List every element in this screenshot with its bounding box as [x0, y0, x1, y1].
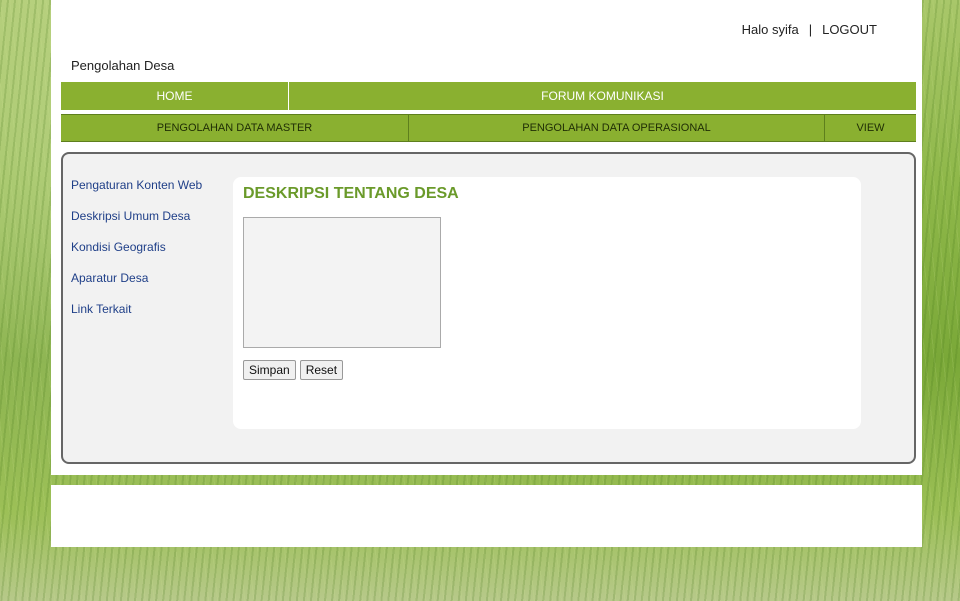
primary-nav: HOME FORUM KOMUNIKASI	[61, 82, 916, 110]
sidebar-item-aparatur-desa[interactable]: Aparatur Desa	[71, 271, 202, 285]
form-buttons: Simpan Reset	[243, 360, 344, 380]
nav-forum-komunikasi[interactable]: FORUM KOMUNIKASI	[289, 82, 916, 110]
page-title: DESKRIPSI TENTANG DESA	[243, 185, 459, 202]
sidebar-item-kondisi-geografis[interactable]: Kondisi Geografis	[71, 240, 202, 254]
sidebar-item-deskripsi-umum[interactable]: Deskripsi Umum Desa	[71, 209, 202, 223]
greeting-text: Halo syifa	[741, 22, 799, 37]
content-card: DESKRIPSI TENTANG DESA Simpan Reset	[233, 177, 861, 429]
user-bar: Halo syifa | LOGOUT	[742, 22, 877, 37]
save-button[interactable]: Simpan	[243, 360, 296, 380]
footer	[51, 485, 922, 547]
reset-button[interactable]: Reset	[299, 360, 344, 380]
page-container: Halo syifa | LOGOUT Pengolahan Desa HOME F…	[51, 0, 922, 475]
main-panel: Pengaturan Konten Web Deskripsi Umum Des…	[61, 152, 916, 464]
nav-view[interactable]: VIEW	[825, 115, 916, 141]
description-textarea[interactable]	[243, 217, 441, 348]
sidebar-item-link-terkait[interactable]: Link Terkait	[71, 302, 202, 316]
sidebar-item-pengaturan-konten[interactable]: Pengaturan Konten Web	[71, 178, 202, 192]
nav-data-operasional[interactable]: PENGOLAHAN DATA OPERASIONAL	[409, 115, 825, 141]
logout-link[interactable]: LOGOUT	[822, 22, 877, 37]
secondary-nav: PENGOLAHAN DATA MASTER PENGOLAHAN DATA O…	[61, 114, 916, 142]
separator: |	[808, 22, 813, 37]
sidebar-menu: Pengaturan Konten Web Deskripsi Umum Des…	[71, 178, 202, 333]
nav-home[interactable]: HOME	[61, 82, 289, 110]
site-title: Pengolahan Desa	[71, 58, 175, 73]
nav-data-master[interactable]: PENGOLAHAN DATA MASTER	[61, 115, 409, 141]
